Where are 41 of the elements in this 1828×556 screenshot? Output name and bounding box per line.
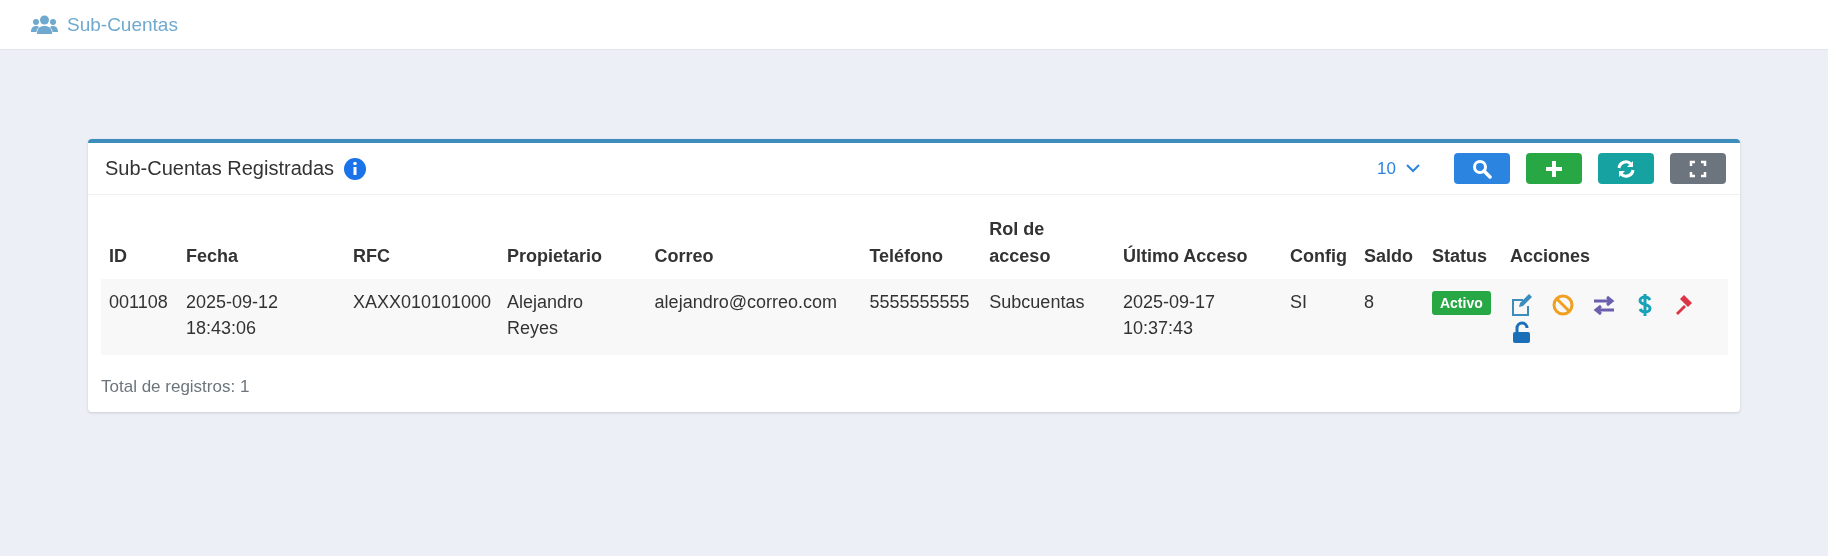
table-cell: 8 <box>1356 279 1424 355</box>
search-button[interactable] <box>1454 153 1510 184</box>
page-size-select[interactable]: 10 <box>1377 158 1420 179</box>
status-badge: Activo <box>1431 291 1491 315</box>
expand-icon <box>1688 158 1708 179</box>
column-header: Propietario <box>499 207 647 279</box>
column-header: Correo <box>646 207 862 279</box>
table-cell: 2025-09-17 10:37:43 <box>1115 279 1282 355</box>
table-cell: Alejandro Reyes <box>499 279 647 355</box>
column-header: Teléfono <box>861 207 982 279</box>
refresh-button[interactable] <box>1598 153 1654 184</box>
add-button[interactable] <box>1526 153 1582 184</box>
table-cell: SI <box>1282 279 1356 355</box>
column-header: Config <box>1282 207 1356 279</box>
users-icon <box>31 14 58 35</box>
transfer-arrows-icon[interactable] <box>1591 293 1616 317</box>
table-cell: alejandro@correo.com <box>646 279 862 355</box>
column-header: Fecha <box>177 207 345 279</box>
column-header: Último Acceso <box>1115 207 1282 279</box>
column-header: RFC <box>344 207 500 279</box>
table-cell: 001108 <box>101 279 178 355</box>
fullscreen-button[interactable] <box>1670 153 1726 184</box>
record-total: Total de registros: 1 <box>101 376 250 398</box>
refresh-icon <box>1616 158 1636 179</box>
page-title: Sub-Cuentas <box>67 13 178 36</box>
chevron-down-icon <box>1406 164 1420 173</box>
info-icon[interactable] <box>344 157 366 180</box>
plus-icon <box>1544 158 1564 179</box>
search-icon <box>1472 158 1492 179</box>
edit-icon[interactable] <box>1509 293 1534 317</box>
table-cell: XAXX010101000 <box>344 279 500 355</box>
column-header: Status <box>1423 207 1502 279</box>
ban-icon[interactable] <box>1550 293 1575 317</box>
column-header: Acciones <box>1501 207 1728 279</box>
card-title: Sub-Cuentas Registradas <box>105 157 334 180</box>
table-cell: 2025-09-12 18:43:06 <box>177 279 345 355</box>
column-header: Saldo <box>1356 207 1424 279</box>
table-cell: 5555555555 <box>861 279 982 355</box>
column-header: ID <box>101 207 178 279</box>
column-header: Rol de acceso <box>981 207 1116 279</box>
table-cell: Subcuentas <box>981 279 1116 355</box>
